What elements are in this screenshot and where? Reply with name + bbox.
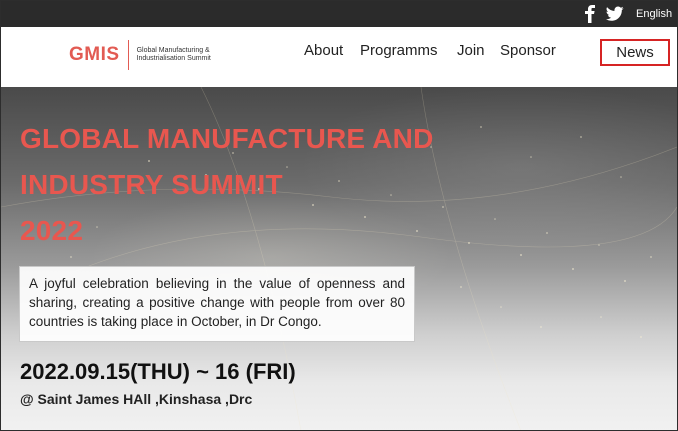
nav-join[interactable]: Join xyxy=(457,42,485,59)
nav-sponsor[interactable]: Sponsor xyxy=(500,42,556,59)
site-logo[interactable]: GMIS Global Manufacturing & Industrialis… xyxy=(69,37,223,73)
logo-divider xyxy=(127,40,129,70)
language-selector[interactable]: English xyxy=(636,8,672,20)
logo-wordmark: GMIS xyxy=(69,44,120,65)
hero-title-line-1: GLOBAL MANUFACTURE AND xyxy=(20,123,434,154)
nav-about[interactable]: About xyxy=(304,42,343,59)
twitter-icon[interactable] xyxy=(606,6,624,22)
event-date: 2022.09.15(THU) ~ 16 (FRI) xyxy=(20,359,296,384)
logo-subtitle: Global Manufacturing & Industrialisation… xyxy=(136,47,211,62)
hero-description: A joyful celebration believing in the va… xyxy=(19,266,415,342)
hero-title-line-2: INDUSTRY SUMMIT xyxy=(20,169,283,200)
nav-news[interactable]: News xyxy=(600,39,670,66)
hero-title-line-3: 2022 xyxy=(20,215,84,246)
page: English GMIS Global Manufacturing & Indu… xyxy=(0,0,678,431)
hero-banner: GLOBAL MANUFACTURE AND INDUSTRY SUMMIT 2… xyxy=(1,87,677,430)
top-utility-bar: English xyxy=(1,1,677,27)
site-header: GMIS Global Manufacturing & Industrialis… xyxy=(1,27,677,87)
nav-programms[interactable]: Programms xyxy=(360,42,438,59)
facebook-icon[interactable] xyxy=(583,5,597,23)
event-venue: @ Saint James HAll ,Kinshasa ,Drc xyxy=(20,391,253,407)
